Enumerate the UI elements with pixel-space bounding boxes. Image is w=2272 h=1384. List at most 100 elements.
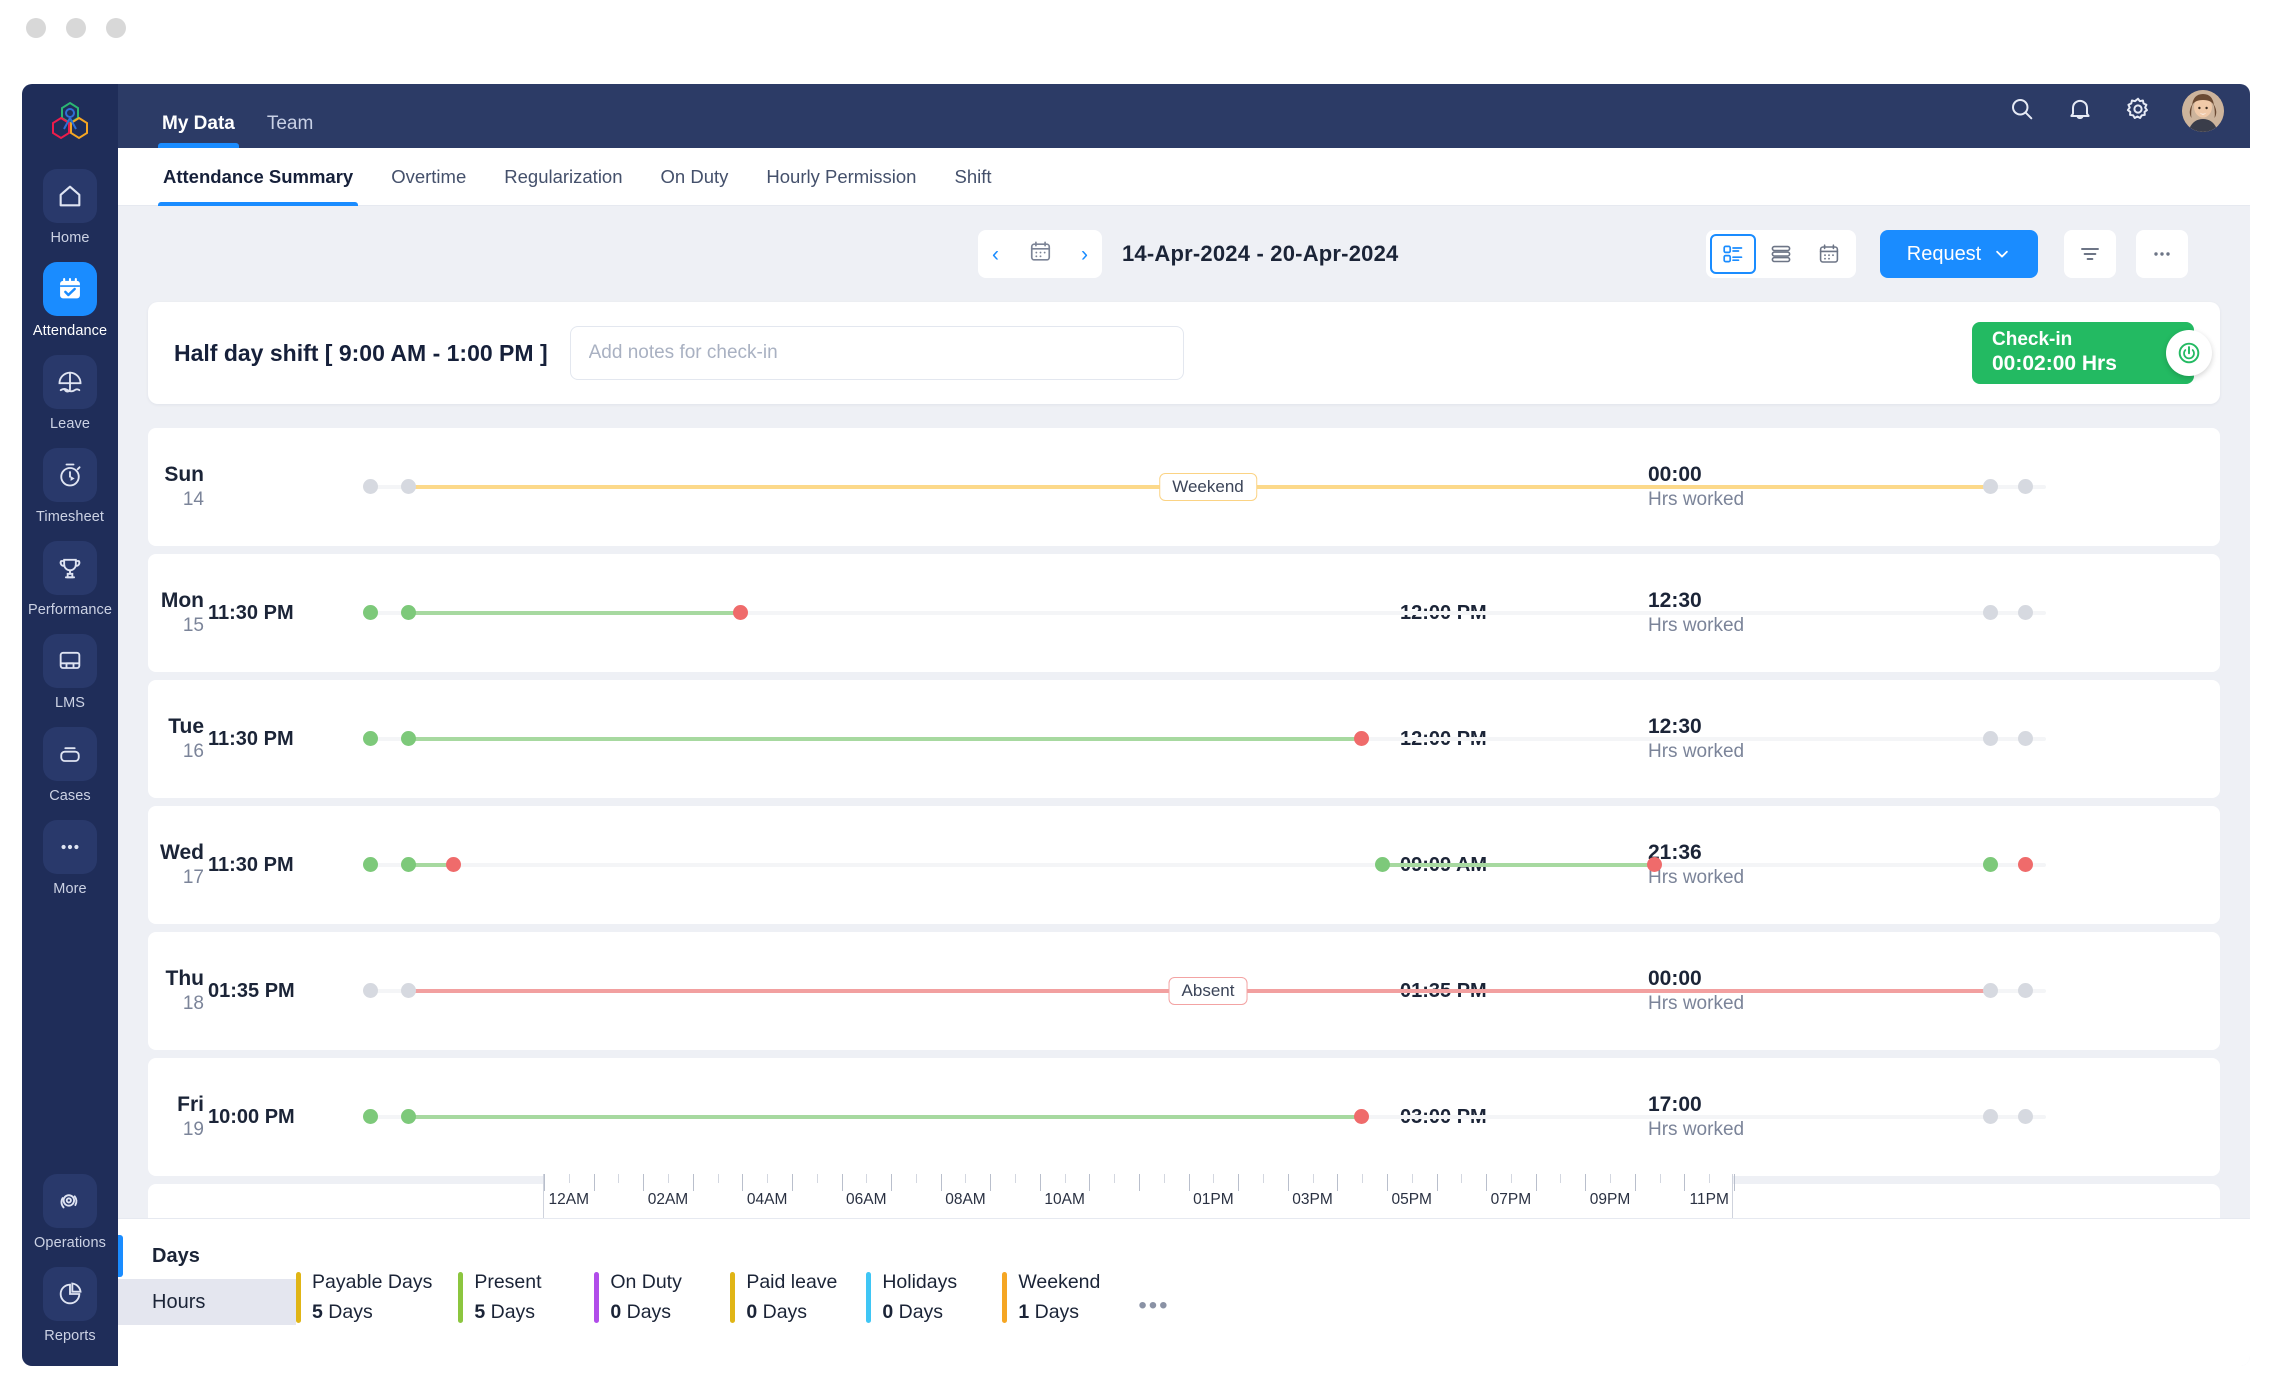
summary-stats-more-button[interactable]: ••• xyxy=(1138,1292,1169,1320)
timeline-marker-dot xyxy=(732,605,748,620)
briefcase-icon xyxy=(43,727,97,781)
sidebar-item-attendance[interactable]: Attendance xyxy=(22,262,118,339)
day-timeline-track[interactable] xyxy=(348,806,2068,924)
table-row[interactable]: Fri 19 10:00 PM 03:00 PM 17:00 Hrs worked xyxy=(148,1058,2220,1176)
status-badge: Weekend xyxy=(1159,473,1257,501)
bell-icon[interactable] xyxy=(2066,95,2094,128)
day-timeline-track[interactable] xyxy=(348,1184,2068,1218)
attendance-content: ‹ › 14-Apr-2024 - 20-Apr-2024 Request Ha… xyxy=(118,206,2250,1366)
tab-team[interactable]: Team xyxy=(251,113,329,148)
sidebar-item-label: Home xyxy=(50,230,90,246)
window-traffic-lights xyxy=(26,18,126,38)
timeline-segment xyxy=(408,737,1362,741)
day-timeline-track[interactable]: Weekend xyxy=(348,428,2068,546)
timeline-marker-dot xyxy=(400,479,416,494)
timeline-marker-dot xyxy=(1982,1109,1998,1124)
sidebar-item-timesheet[interactable]: Timesheet xyxy=(22,448,118,525)
checkin-card: Half day shift [ 9:00 AM - 1:00 PM ] Che… xyxy=(148,302,2220,404)
maximize-window-button[interactable] xyxy=(106,18,126,38)
filter-button[interactable] xyxy=(2064,230,2116,278)
summary-mode-days[interactable]: Days xyxy=(118,1233,296,1279)
app-logo[interactable] xyxy=(47,98,93,149)
checkin-note-input[interactable] xyxy=(569,326,1184,380)
header-actions xyxy=(2008,90,2250,148)
tab-on-duty[interactable]: On Duty xyxy=(642,148,748,206)
avatar[interactable] xyxy=(2182,90,2224,132)
request-button-label: Request xyxy=(1906,242,1982,265)
sidebar-item-home[interactable]: Home xyxy=(22,169,118,246)
date-range-label: 14-Apr-2024 - 20-Apr-2024 xyxy=(1122,241,1399,266)
sidebar-item-label: Reports xyxy=(44,1328,96,1344)
table-row[interactable]: Wed 17 11:30 PM 09:09 AM 21:36 Hrs worked xyxy=(148,806,2220,924)
day-timeline-track[interactable] xyxy=(348,554,2068,672)
stopwatch-icon xyxy=(43,448,97,502)
tab-my-data[interactable]: My Data xyxy=(146,113,251,148)
power-icon[interactable] xyxy=(2166,330,2212,376)
checkin-button[interactable]: Check-in 00:02:00 Hrs xyxy=(1972,322,2212,384)
table-row[interactable]: Sun 14 00:00 Hrs worked Weekend xyxy=(148,428,2220,546)
tab-regularization[interactable]: Regularization xyxy=(485,148,641,206)
calendar-view-icon[interactable] xyxy=(1806,234,1852,274)
day-name: Mon xyxy=(160,588,204,612)
trophy-icon xyxy=(43,541,97,595)
prev-week-button[interactable]: ‹ xyxy=(992,244,999,265)
summary-stat-value: 0 Days xyxy=(882,1300,944,1323)
sidebar-item-reports[interactable]: Reports xyxy=(22,1267,118,1344)
shift-label: Half day shift [ 9:00 AM - 1:00 PM ] xyxy=(174,339,548,366)
day-timeline-track[interactable]: Absent xyxy=(348,932,2068,1050)
gear-icon[interactable] xyxy=(2124,95,2152,128)
sidebar-item-performance[interactable]: Performance xyxy=(22,541,118,618)
search-icon[interactable] xyxy=(2008,95,2036,128)
top-header: My Data Team xyxy=(118,84,2250,148)
list-view-icon[interactable] xyxy=(1758,234,1804,274)
table-row[interactable]: Mon 15 11:30 PM 12:00 PM 12:30 Hrs worked xyxy=(148,554,2220,672)
timeline-baseline xyxy=(370,863,2046,867)
timeline-marker-dot xyxy=(362,479,378,494)
sidebar-item-leave[interactable]: Leave xyxy=(22,355,118,432)
sidebar-item-more[interactable]: More xyxy=(22,820,118,897)
day-timeline-track[interactable] xyxy=(348,680,2068,798)
sidebar-item-operations[interactable]: Operations xyxy=(22,1174,118,1251)
close-window-button[interactable] xyxy=(26,18,46,38)
next-week-button[interactable]: › xyxy=(1081,244,1088,265)
filter-icon xyxy=(2081,248,2099,260)
attendance-toolbar: ‹ › 14-Apr-2024 - 20-Apr-2024 Request xyxy=(118,206,2250,300)
tab-overtime[interactable]: Overtime xyxy=(372,148,485,206)
minimize-window-button[interactable] xyxy=(66,18,86,38)
sidebar-item-label: Performance xyxy=(27,602,113,618)
tab-attendance-summary[interactable]: Attendance Summary xyxy=(144,148,372,206)
chevron-down-icon xyxy=(1996,250,2009,258)
sidebar-item-label: Leave xyxy=(49,416,90,432)
summary-stat-label: Payable Days xyxy=(312,1271,433,1294)
timeline-marker-dot xyxy=(2017,479,2033,494)
calendar-icon[interactable] xyxy=(1028,239,1053,269)
timeline-marker-dot xyxy=(400,983,416,998)
sidebar-item-cases[interactable]: Cases xyxy=(22,727,118,804)
sidebar-item-label: Attendance xyxy=(32,323,108,339)
timeline-marker-dot xyxy=(362,731,378,746)
more-horizontal-icon xyxy=(2154,252,2170,256)
table-row[interactable]: Tue 16 11:30 PM 12:00 PM 12:30 Hrs worked xyxy=(148,680,2220,798)
day-number: 14 xyxy=(182,488,204,510)
summary-stat-value: 0 Days xyxy=(746,1300,808,1323)
tab-hourly-permission[interactable]: Hourly Permission xyxy=(747,148,935,206)
more-options-button[interactable] xyxy=(2136,230,2188,278)
day-number: 16 xyxy=(182,740,204,762)
request-button[interactable]: Request xyxy=(1880,230,2038,278)
attendance-calendar-icon xyxy=(43,262,97,316)
sidebar-item-label: Operations xyxy=(34,1235,106,1251)
table-row[interactable]: Thu 18 01:35 PM 01:35 PM 00:00 Hrs worked Abse… xyxy=(148,932,2220,1050)
day-timeline-track[interactable] xyxy=(348,1058,2068,1176)
timeline-marker-dot xyxy=(400,1109,416,1124)
tab-shift[interactable]: Shift xyxy=(935,148,1010,206)
sidebar-item-lms[interactable]: LMS xyxy=(22,634,118,711)
timeline-marker-dot xyxy=(1982,983,1998,998)
day-name: Wed xyxy=(160,840,204,864)
card-view-icon[interactable] xyxy=(1710,234,1756,274)
timeline-marker-dot xyxy=(2017,983,2033,998)
table-row[interactable]: Sat2000:00Hrs worked xyxy=(148,1184,2220,1218)
summary-mode-hours[interactable]: Hours xyxy=(118,1279,296,1325)
timeline-marker-dot xyxy=(1982,479,1998,494)
summary-stat: Present 5 Days xyxy=(458,1268,568,1327)
sidebar-item-label: LMS xyxy=(54,695,86,711)
